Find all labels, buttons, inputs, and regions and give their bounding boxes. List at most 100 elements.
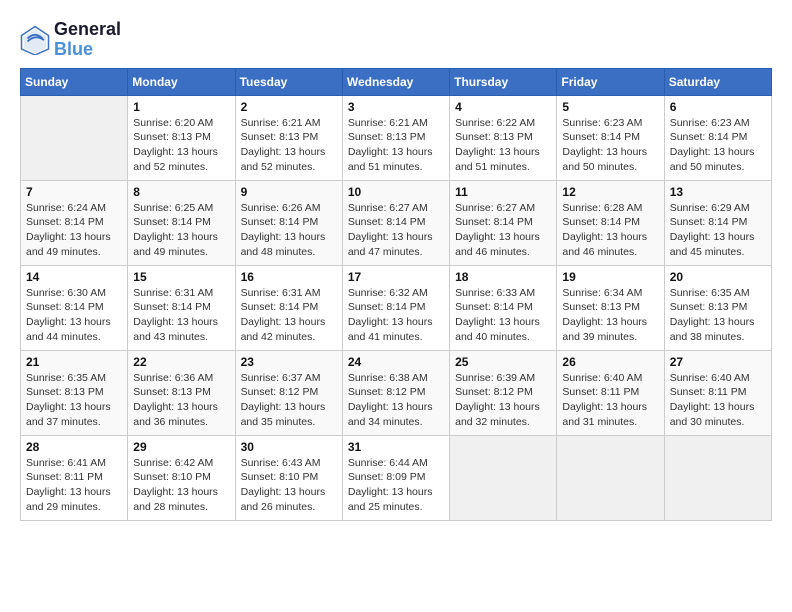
- calendar-cell: 3Sunrise: 6:21 AMSunset: 8:13 PMDaylight…: [342, 95, 449, 180]
- day-number: 15: [133, 270, 229, 284]
- calendar-week-row: 1Sunrise: 6:20 AMSunset: 8:13 PMDaylight…: [21, 95, 772, 180]
- day-number: 1: [133, 100, 229, 114]
- weekday-header: Tuesday: [235, 68, 342, 95]
- day-info: Sunrise: 6:21 AMSunset: 8:13 PMDaylight:…: [241, 116, 337, 175]
- day-number: 21: [26, 355, 122, 369]
- day-info: Sunrise: 6:35 AMSunset: 8:13 PMDaylight:…: [26, 371, 122, 430]
- day-info: Sunrise: 6:33 AMSunset: 8:14 PMDaylight:…: [455, 286, 551, 345]
- day-number: 12: [562, 185, 658, 199]
- weekday-header: Monday: [128, 68, 235, 95]
- logo-icon: [20, 25, 50, 55]
- day-number: 22: [133, 355, 229, 369]
- day-number: 30: [241, 440, 337, 454]
- calendar-cell: 13 Sunrise: 6:29 AMSunset: 8:14 PMDayligh…: [664, 180, 771, 265]
- calendar-cell: 19Sunrise: 6:34 AMSunset: 8:13 PMDayligh…: [557, 265, 664, 350]
- calendar-cell: 9 Sunrise: 6:26 AMSunset: 8:14 PMDaylight…: [235, 180, 342, 265]
- day-number: 10: [348, 185, 444, 199]
- calendar-cell: 16 Sunrise: 6:31 AMSunset: 8:14 PMDayligh…: [235, 265, 342, 350]
- calendar-cell: 23Sunrise: 6:37 AMSunset: 8:12 PMDayligh…: [235, 350, 342, 435]
- calendar-cell: 5 Sunrise: 6:23 AMSunset: 8:14 PMDaylight…: [557, 95, 664, 180]
- day-number: 4: [455, 100, 551, 114]
- calendar-week-row: 14 Sunrise: 6:30 AMSunset: 8:14 PMDayligh…: [21, 265, 772, 350]
- day-info: Sunrise: 6:38 AMSunset: 8:12 PMDaylight:…: [348, 371, 444, 430]
- day-info: Sunrise: 6:23 AMSunset: 8:14 PMDaylight:…: [562, 116, 658, 175]
- day-info: Sunrise: 6:26 AMSunset: 8:14 PMDaylight:…: [241, 201, 337, 260]
- calendar-cell: 30 Sunrise: 6:43 AMSunset: 8:10 PMDayligh…: [235, 435, 342, 520]
- day-info: Sunrise: 6:27 AMSunset: 8:14 PMDaylight:…: [455, 201, 551, 260]
- calendar-cell: 18 Sunrise: 6:33 AMSunset: 8:14 PMDayligh…: [450, 265, 557, 350]
- day-info: Sunrise: 6:31 AMSunset: 8:14 PMDaylight:…: [241, 286, 337, 345]
- day-number: 29: [133, 440, 229, 454]
- calendar-cell: 21 Sunrise: 6:35 AMSunset: 8:13 PMDayligh…: [21, 350, 128, 435]
- calendar-week-row: 7 Sunrise: 6:24 AMSunset: 8:14 PMDaylight…: [21, 180, 772, 265]
- calendar-cell: [664, 435, 771, 520]
- day-info: Sunrise: 6:40 AMSunset: 8:11 PMDaylight:…: [562, 371, 658, 430]
- day-info: Sunrise: 6:28 AMSunset: 8:14 PMDaylight:…: [562, 201, 658, 260]
- day-info: Sunrise: 6:30 AMSunset: 8:14 PMDaylight:…: [26, 286, 122, 345]
- day-info: Sunrise: 6:31 AMSunset: 8:14 PMDaylight:…: [133, 286, 229, 345]
- day-number: 5: [562, 100, 658, 114]
- day-info: Sunrise: 6:23 AMSunset: 8:14 PMDaylight:…: [670, 116, 766, 175]
- day-info: Sunrise: 6:35 AMSunset: 8:13 PMDaylight:…: [670, 286, 766, 345]
- calendar-cell: 12 Sunrise: 6:28 AMSunset: 8:14 PMDayligh…: [557, 180, 664, 265]
- day-info: Sunrise: 6:40 AMSunset: 8:11 PMDaylight:…: [670, 371, 766, 430]
- calendar-cell: 20 Sunrise: 6:35 AMSunset: 8:13 PMDayligh…: [664, 265, 771, 350]
- logo-text: General Blue: [54, 20, 121, 60]
- day-number: 19: [562, 270, 658, 284]
- calendar-cell: 14 Sunrise: 6:30 AMSunset: 8:14 PMDayligh…: [21, 265, 128, 350]
- weekday-header: Saturday: [664, 68, 771, 95]
- calendar-header-row: SundayMondayTuesdayWednesdayThursdayFrid…: [21, 68, 772, 95]
- calendar-cell: [450, 435, 557, 520]
- day-number: 28: [26, 440, 122, 454]
- day-info: Sunrise: 6:24 AMSunset: 8:14 PMDaylight:…: [26, 201, 122, 260]
- day-number: 3: [348, 100, 444, 114]
- calendar-cell: 11 Sunrise: 6:27 AMSunset: 8:14 PMDayligh…: [450, 180, 557, 265]
- calendar-cell: 4Sunrise: 6:22 AMSunset: 8:13 PMDaylight…: [450, 95, 557, 180]
- weekday-header: Thursday: [450, 68, 557, 95]
- day-number: 13: [670, 185, 766, 199]
- day-number: 20: [670, 270, 766, 284]
- day-number: 9: [241, 185, 337, 199]
- day-info: Sunrise: 6:27 AMSunset: 8:14 PMDaylight:…: [348, 201, 444, 260]
- calendar-cell: 17 Sunrise: 6:32 AMSunset: 8:14 PMDayligh…: [342, 265, 449, 350]
- day-number: 2: [241, 100, 337, 114]
- day-info: Sunrise: 6:36 AMSunset: 8:13 PMDaylight:…: [133, 371, 229, 430]
- calendar-cell: 7 Sunrise: 6:24 AMSunset: 8:14 PMDaylight…: [21, 180, 128, 265]
- calendar-cell: 27 Sunrise: 6:40 AMSunset: 8:11 PMDayligh…: [664, 350, 771, 435]
- day-info: Sunrise: 6:32 AMSunset: 8:14 PMDaylight:…: [348, 286, 444, 345]
- day-number: 31: [348, 440, 444, 454]
- day-number: 6: [670, 100, 766, 114]
- calendar-cell: 26 Sunrise: 6:40 AMSunset: 8:11 PMDayligh…: [557, 350, 664, 435]
- day-info: Sunrise: 6:39 AMSunset: 8:12 PMDaylight:…: [455, 371, 551, 430]
- calendar-cell: 8 Sunrise: 6:25 AMSunset: 8:14 PMDaylight…: [128, 180, 235, 265]
- calendar-cell: 2 Sunrise: 6:21 AMSunset: 8:13 PMDaylight…: [235, 95, 342, 180]
- day-number: 14: [26, 270, 122, 284]
- day-info: Sunrise: 6:37 AMSunset: 8:12 PMDaylight:…: [241, 371, 337, 430]
- calendar-cell: [21, 95, 128, 180]
- day-number: 26: [562, 355, 658, 369]
- weekday-header: Wednesday: [342, 68, 449, 95]
- day-number: 16: [241, 270, 337, 284]
- day-number: 18: [455, 270, 551, 284]
- calendar-cell: [557, 435, 664, 520]
- day-number: 27: [670, 355, 766, 369]
- calendar-cell: 25Sunrise: 6:39 AMSunset: 8:12 PMDayligh…: [450, 350, 557, 435]
- day-info: Sunrise: 6:42 AMSunset: 8:10 PMDaylight:…: [133, 456, 229, 515]
- calendar-week-row: 28Sunrise: 6:41 AMSunset: 8:11 PMDayligh…: [21, 435, 772, 520]
- day-number: 8: [133, 185, 229, 199]
- day-info: Sunrise: 6:25 AMSunset: 8:14 PMDaylight:…: [133, 201, 229, 260]
- day-info: Sunrise: 6:44 AMSunset: 8:09 PMDaylight:…: [348, 456, 444, 515]
- calendar-cell: 28Sunrise: 6:41 AMSunset: 8:11 PMDayligh…: [21, 435, 128, 520]
- day-number: 24: [348, 355, 444, 369]
- calendar-cell: 22 Sunrise: 6:36 AMSunset: 8:13 PMDayligh…: [128, 350, 235, 435]
- day-number: 11: [455, 185, 551, 199]
- day-info: Sunrise: 6:43 AMSunset: 8:10 PMDaylight:…: [241, 456, 337, 515]
- weekday-header: Sunday: [21, 68, 128, 95]
- day-number: 17: [348, 270, 444, 284]
- calendar-cell: 31 Sunrise: 6:44 AMSunset: 8:09 PMDayligh…: [342, 435, 449, 520]
- day-info: Sunrise: 6:29 AMSunset: 8:14 PMDaylight:…: [670, 201, 766, 260]
- day-number: 7: [26, 185, 122, 199]
- calendar-week-row: 21 Sunrise: 6:35 AMSunset: 8:13 PMDayligh…: [21, 350, 772, 435]
- calendar-cell: 6 Sunrise: 6:23 AMSunset: 8:14 PMDaylight…: [664, 95, 771, 180]
- page-header: General Blue: [20, 20, 772, 60]
